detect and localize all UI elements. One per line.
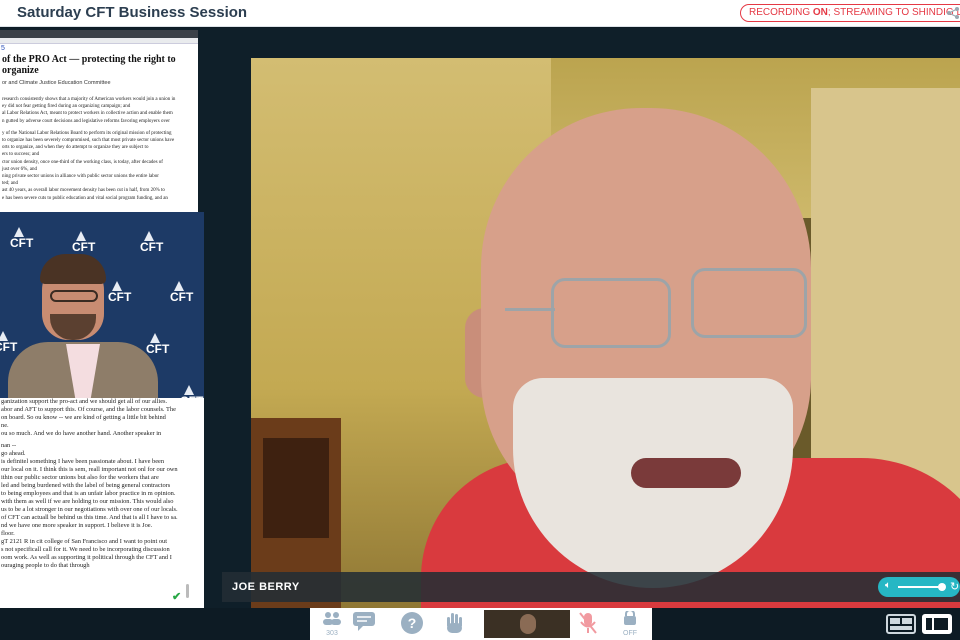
volume-control[interactable]: 🔈︎ ↻ — [878, 577, 960, 597]
recording-status-badge[interactable]: RECORDING ON; STREAMING TO SHINDIG LIVE — [740, 4, 960, 22]
speaker-name: JOE BERRY — [232, 581, 300, 593]
transcript-scrollbar[interactable] — [186, 584, 189, 598]
document-line: ning private sector unions in alliance w… — [2, 174, 159, 180]
document-line: ers to success; and — [2, 152, 40, 158]
document-line: al Labor Relations Act, meant to protect… — [2, 111, 173, 117]
document-toolbar — [0, 38, 198, 44]
layout-speaker-button[interactable] — [922, 614, 952, 634]
transcript-line: gT 2121 R in cit college of San Francisc… — [1, 538, 168, 545]
background-shelf-inner — [263, 438, 329, 538]
transcript-line: to being employees and that is an unfair… — [1, 490, 176, 497]
background-door — [811, 88, 960, 508]
document-line: n gutted by adverse court decisions and … — [2, 118, 170, 124]
bottom-toolbar: 303 ? OFF — [0, 608, 960, 640]
svg-text:?: ? — [408, 615, 417, 631]
document-line: ted; and — [2, 181, 18, 187]
recording-on: ON — [812, 7, 828, 18]
document-line: e has been severe cuts to public educati… — [2, 195, 168, 201]
transcript-body: ganization support the pro-act and we sh… — [0, 398, 204, 570]
cft-logo: CFT — [72, 240, 96, 254]
document-window-titlebar — [0, 30, 198, 38]
document-heading: of the PRO Act — protecting the right to… — [2, 54, 176, 76]
raise-hand-icon — [440, 611, 468, 640]
session-header: Saturday CFT Business Session RECORDING … — [0, 0, 960, 27]
people-icon — [318, 611, 346, 630]
share-icon[interactable] — [946, 6, 960, 20]
session-title: Saturday CFT Business Session — [17, 4, 248, 21]
transcript-panel[interactable]: ganization support the pro-act and we sh… — [0, 398, 204, 608]
transcript-line: ouraging people to do that through — [1, 562, 90, 569]
refresh-icon[interactable]: ↻ — [950, 580, 959, 593]
transcript-line: go ahead. — [1, 450, 26, 457]
transcript-line: s not specificall call for it. We need t… — [1, 546, 170, 553]
volume-slider-knob[interactable] — [938, 583, 946, 591]
control-strip: 303 ? OFF — [310, 608, 652, 640]
recording-prefix: RECORDING — [749, 7, 813, 18]
speaker-name-bar: JOE BERRY 🔈︎ ↻ — [222, 572, 960, 602]
help-icon: ? — [398, 611, 426, 640]
document-line: ast 40 years, as overall labor movement … — [2, 188, 165, 194]
checkmark-icon: ✔ — [172, 591, 182, 603]
participant-video-tile[interactable]: CFT CFT CFT CFT CFT CFT CFT CFT — [0, 212, 204, 398]
transcript-line: of CFT can actuall be behind us this tim… — [1, 514, 178, 521]
self-view-thumbnail[interactable] — [484, 610, 570, 638]
transcript-line: ganization support the pro-act and we sh… — [1, 398, 168, 405]
transcript-line: ou so much. And we do have another hand.… — [1, 430, 162, 437]
transcript-line: us to be a lot stronger in our negotiati… — [1, 506, 178, 513]
speaker-glasses-right — [691, 268, 807, 338]
document-line: ey did not fear getting fired during an … — [2, 104, 131, 110]
speaker-mouth — [631, 458, 741, 488]
recording-suffix: ; STREAMING TO SHINDIG LIVE — [827, 7, 960, 18]
document-line: just over 6%, and — [2, 166, 37, 172]
document-resolution-number: 5 — [1, 45, 5, 52]
document-line: to organize has been severely compromise… — [2, 138, 175, 144]
cft-logo: CFT — [108, 290, 132, 304]
transcript-line: led and being burdened with the label of… — [1, 482, 171, 489]
transcript-line: with them as well if we are holding to o… — [1, 498, 174, 505]
transcript-line: oom work. As well as supporting it polit… — [1, 554, 172, 561]
mic-off-icon — [574, 611, 602, 640]
transcript-line: on board. So ou know -- we are kind of g… — [1, 414, 166, 421]
power-off-icon — [616, 609, 644, 630]
volume-icon: 🔈︎ — [885, 580, 891, 591]
mute-button[interactable] — [574, 611, 602, 637]
transcript-line: abor and AFT to support this. Of course,… — [1, 406, 176, 413]
document-line: y of the National Labor Relations Board … — [2, 130, 172, 136]
transcript-line: ithin our public sector unions but also … — [1, 474, 159, 481]
cft-logo: CFT — [10, 236, 34, 250]
transcript-line: floor. — [1, 530, 15, 537]
transcript-line: ne. — [1, 422, 9, 429]
cft-logo: CFT — [170, 290, 194, 304]
off-label: OFF — [623, 630, 637, 637]
cft-logo: CFT — [146, 342, 170, 356]
transcript-line: our local on it. I think this is sem, re… — [1, 466, 178, 473]
cft-logo: CFT — [140, 240, 164, 254]
chat-icon — [350, 611, 378, 636]
attendee-count: 303 — [326, 630, 338, 637]
cft-logo: CFT — [0, 340, 17, 354]
participant-glasses — [50, 290, 98, 302]
document-line: ctor union density, once one-third of th… — [2, 159, 163, 165]
transcript-line: nd we have one more speaker in support. … — [1, 522, 153, 529]
volume-slider-track[interactable] — [898, 586, 942, 588]
main-speaker-video[interactable] — [251, 58, 960, 609]
help-button[interactable]: ? — [398, 611, 426, 637]
shared-document-panel[interactable]: 5 of the PRO Act — protecting the right … — [0, 30, 198, 240]
self-view-head — [520, 614, 536, 634]
speaker-glasses-left — [551, 278, 671, 348]
speaker-glasses-arm — [505, 308, 555, 311]
power-off-button[interactable]: OFF — [616, 609, 644, 637]
document-body: research consistently shows that a major… — [0, 96, 198, 202]
chat-button[interactable] — [350, 611, 378, 637]
transcript-line: is definitel something I have been passi… — [1, 458, 165, 465]
participant-hair — [40, 254, 106, 284]
attendees-button[interactable]: 303 — [318, 611, 346, 637]
document-line: research consistently shows that a major… — [2, 97, 176, 102]
layout-grid-button[interactable] — [886, 614, 916, 634]
transcript-line: nan -- — [1, 442, 17, 449]
raise-hand-button[interactable] — [440, 611, 468, 637]
document-line: orts to organize, and when they do attem… — [2, 145, 149, 151]
